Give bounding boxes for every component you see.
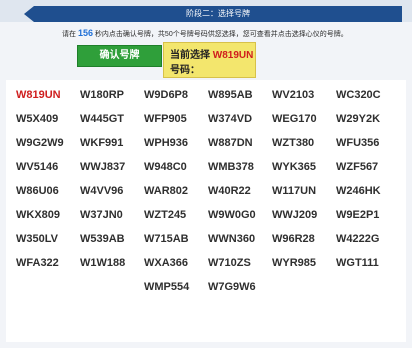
- instruction-text: 请在 156 秒内点击确认号牌，共50个号牌号码供您选择，您可查看并点击选择心仪…: [62, 28, 352, 39]
- confirm-plate-label: 确认号牌: [99, 50, 140, 61]
- plate-option[interactable]: WWJ209: [272, 208, 334, 232]
- countdown-count: 156: [77, 28, 93, 38]
- current-selection-value: W819UN: [212, 50, 254, 61]
- plate-option[interactable]: W895AB: [208, 88, 270, 112]
- plate-option[interactable]: W4VV96: [80, 184, 142, 208]
- plate-option[interactable]: WZT380: [272, 136, 334, 160]
- confirm-plate-button[interactable]: 确认号牌: [77, 45, 162, 67]
- plate-option[interactable]: WZT245: [144, 208, 206, 232]
- plate-option[interactable]: W117UN: [272, 184, 334, 208]
- current-selection-label: 当前选择: [170, 50, 210, 61]
- plate-option[interactable]: W9W0G0: [208, 208, 270, 232]
- current-selection-box: 当前选择 W819UN 号码：: [163, 42, 256, 78]
- plate-option[interactable]: W374VD: [208, 112, 270, 136]
- plate-option[interactable]: W4222G: [336, 232, 398, 256]
- current-selection-sub: 号码：: [170, 65, 200, 76]
- plate-option[interactable]: W9D6P8: [144, 88, 206, 112]
- page-frame: 阶段二：选择号牌 请在 156 秒内点击确认号牌，共50个号牌号码供您选择，您可…: [0, 0, 412, 348]
- plate-option[interactable]: WC320C: [336, 88, 398, 112]
- plate-option[interactable]: W350LV: [16, 232, 78, 256]
- plate-option[interactable]: WZF567: [336, 160, 398, 184]
- plate-option[interactable]: W9G2W9: [16, 136, 78, 160]
- plate-option[interactable]: WFU356: [336, 136, 398, 160]
- plate-option[interactable]: W29Y2K: [336, 112, 398, 136]
- plate-option[interactable]: W948C0: [144, 160, 206, 184]
- instruction-prefix: 请在: [62, 31, 76, 38]
- plate-option[interactable]: W96R28: [272, 232, 334, 256]
- plate-option[interactable]: WAR802: [144, 184, 206, 208]
- plate-option[interactable]: WGT111: [336, 256, 398, 280]
- plate-option[interactable]: WFP905: [144, 112, 206, 136]
- plate-option[interactable]: W5X409: [16, 112, 78, 136]
- plate-option[interactable]: W9E2P1: [336, 208, 398, 232]
- plate-option[interactable]: WWN360: [208, 232, 270, 256]
- plate-option[interactable]: W819UN: [16, 88, 78, 112]
- plate-option[interactable]: W37JN0: [80, 208, 142, 232]
- plate-option[interactable]: W7G9W6: [208, 280, 270, 304]
- plate-option[interactable]: W86U06: [16, 184, 78, 208]
- instruction-suffix: 秒内点击确认号牌，共50个号牌号码供您选择，您可查看并点击选择心仪的号牌。: [94, 31, 348, 38]
- plate-option[interactable]: W246HK: [336, 184, 398, 208]
- plate-option[interactable]: W1W188: [80, 256, 142, 280]
- plate-option[interactable]: W445GT: [80, 112, 142, 136]
- plate-option[interactable]: WEG170: [272, 112, 334, 136]
- plate-option[interactable]: W887DN: [208, 136, 270, 160]
- plate-option[interactable]: WKX809: [16, 208, 78, 232]
- plate-option[interactable]: WKF991: [80, 136, 142, 160]
- plate-option[interactable]: WYR985: [272, 256, 334, 280]
- plate-option[interactable]: W40R22: [208, 184, 270, 208]
- plate-option[interactable]: WV2103: [272, 88, 334, 112]
- plate-option[interactable]: WWJ837: [80, 160, 142, 184]
- plate-option[interactable]: W180RP: [80, 88, 142, 112]
- plate-option[interactable]: WMP554: [144, 280, 206, 304]
- plate-option[interactable]: WPH936: [144, 136, 206, 160]
- plate-option[interactable]: WFA322: [16, 256, 78, 280]
- plate-option[interactable]: WXA366: [144, 256, 206, 280]
- current-selection-line: 当前选择 W819UN: [170, 46, 253, 61]
- plate-option[interactable]: W715AB: [144, 232, 206, 256]
- plate-grid: W819UN W180RP W9D6P8 W895AB WV2103 WC320C W5X4…: [16, 88, 396, 304]
- step-indicator: 阶段二：选择号牌: [24, 6, 402, 22]
- plate-option[interactable]: W710ZS: [208, 256, 270, 280]
- plate-option[interactable]: W539AB: [80, 232, 142, 256]
- plate-option[interactable]: WV5146: [16, 160, 78, 184]
- plate-option[interactable]: WYK365: [272, 160, 334, 184]
- step-label: 阶段二：选择号牌: [186, 9, 250, 18]
- step-arrow-icon: [24, 6, 34, 22]
- plate-option[interactable]: WMB378: [208, 160, 270, 184]
